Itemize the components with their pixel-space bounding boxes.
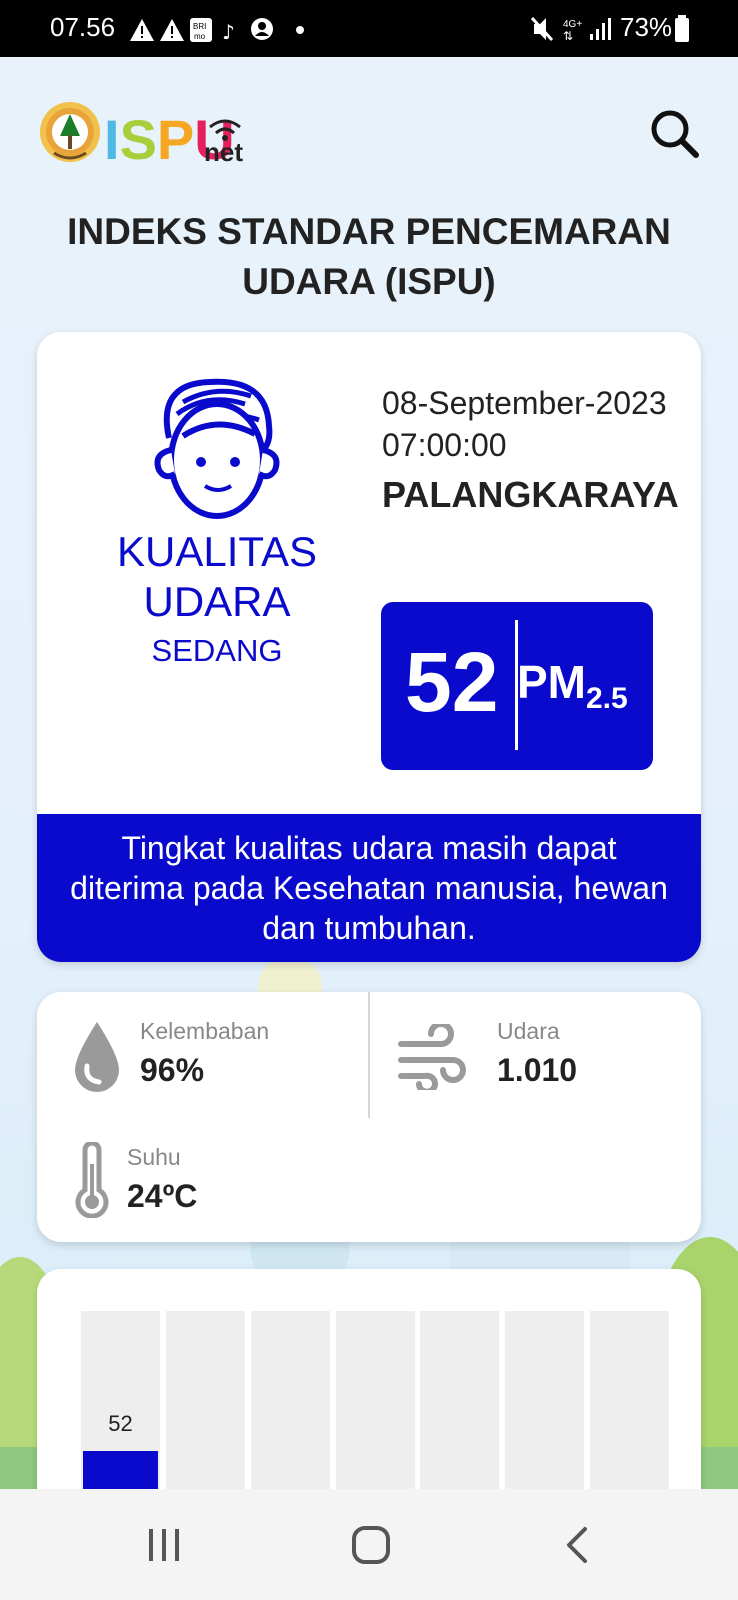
bar-column-4 — [336, 1311, 415, 1489]
weather-card: Kelembaban 96% Udara 1.010 Suhu 24ºC — [37, 992, 701, 1242]
temperature-label: Suhu — [127, 1144, 181, 1170]
page-title: INDEKS STANDAR PENCEMARAN UDARA (ISPU) — [67, 211, 671, 302]
pressure-label: Udara — [497, 1018, 560, 1044]
bar-column-5 — [420, 1311, 499, 1489]
thermometer-icon — [75, 1142, 109, 1218]
category-value: SEDANG — [151, 633, 283, 668]
wind-icon — [398, 1024, 466, 1090]
weather-divider — [368, 992, 370, 1118]
bar-value-label-1: 52 — [108, 1410, 133, 1436]
bar-1 — [83, 1450, 158, 1489]
humidity-value: 96% — [140, 1052, 205, 1088]
humidity-label: Kelembaban — [140, 1018, 270, 1044]
bar-column-7 — [590, 1311, 669, 1489]
temperature-value: 24ºC — [127, 1178, 198, 1214]
aqi-description: Tingkat kualitas udara masih dapat diter… — [37, 814, 701, 962]
pollutant-bar-chart: 522071813 — [37, 1269, 701, 1489]
ispu-logo: ISPU net — [40, 102, 243, 167]
svg-text:BRI: BRI — [193, 22, 206, 31]
bar-column-3 — [251, 1311, 330, 1489]
face-icon — [154, 378, 280, 519]
svg-text:♪: ♪ — [222, 20, 235, 44]
home-button[interactable] — [351, 1525, 391, 1565]
battery-icon — [675, 15, 689, 42]
battery-percent: 73% — [620, 12, 673, 42]
back-button[interactable] — [563, 1525, 593, 1565]
page: ISPU net INDEKS STANDAR PENCEMARAN UDARA… — [0, 57, 738, 1489]
svg-text:⇅: ⇅ — [563, 29, 573, 43]
android-nav-bar — [0, 1489, 738, 1600]
category-line1: KUALITAS — [117, 528, 317, 575]
pollutant-label: PM2.5 — [517, 656, 628, 715]
status-time: 07.56 — [50, 12, 116, 42]
aqi-value-badge: 52 PM2.5 — [381, 602, 653, 770]
city-name: PALANGKARAYA — [382, 474, 679, 515]
aqi-value: 52 — [405, 635, 499, 729]
notification-icons: BRI mo ♪ — [130, 18, 304, 44]
logo-suffix: net — [204, 137, 243, 167]
bar-column-2 — [166, 1311, 245, 1489]
status-bar: 07.56 BRI mo ♪ 4G+ ⇅ 73% — [0, 0, 738, 57]
air-quality-category: KUALITAS UDARA SEDANG — [77, 527, 357, 671]
bar-column-6 — [505, 1311, 584, 1489]
humidity-icon — [75, 1022, 119, 1092]
recent-apps-button[interactable] — [146, 1527, 182, 1563]
measurement-datetime: 08-September-2023 07:00:00 — [382, 385, 667, 463]
search-button[interactable] — [648, 107, 700, 159]
svg-text:mo: mo — [194, 32, 206, 41]
category-line2: UDARA — [143, 578, 291, 625]
pressure-value: 1.010 — [497, 1052, 578, 1088]
aqi-card: KUALITAS UDARA SEDANG 08-September-2023 … — [37, 332, 701, 962]
